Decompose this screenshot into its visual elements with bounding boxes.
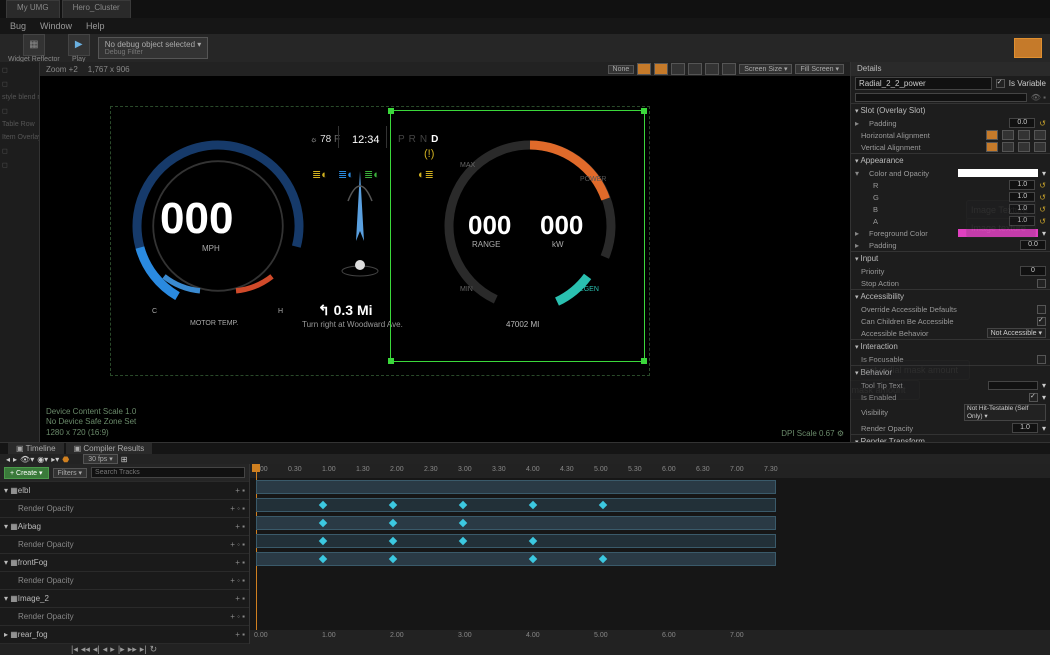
speed-unit: MPH bbox=[202, 244, 220, 253]
nav-instruction: Turn right at Woodward Ave. bbox=[302, 320, 403, 329]
h-label: H bbox=[278, 308, 283, 315]
prev-frame[interactable]: ◂| bbox=[93, 644, 100, 655]
loop[interactable]: ↻ bbox=[150, 644, 158, 655]
goto-start[interactable]: |◂ bbox=[71, 644, 78, 655]
next-frame[interactable]: |▸ bbox=[118, 644, 125, 655]
designer-canvas[interactable]: 000 MPH C H MOTOR TEMP. ☼ 78 F 12:34 PRN… bbox=[40, 76, 850, 442]
selection-outline[interactable] bbox=[390, 110, 645, 362]
goto-end[interactable]: ▸| bbox=[140, 644, 147, 655]
track-row[interactable]: ▸ ▦ rear_fog+ ▪ bbox=[0, 626, 249, 644]
viewport-info: Device Content Scale 1.0 No Device Safe … bbox=[46, 407, 136, 438]
c-label: C bbox=[152, 308, 157, 315]
dpi-scale: DPI Scale 0.67 ⚙ bbox=[781, 429, 844, 438]
bg-node: set radial mask amount bbox=[860, 360, 970, 380]
step-fwd[interactable]: ▸▸ bbox=[128, 644, 137, 655]
play-fwd[interactable]: ▸ bbox=[110, 644, 115, 655]
nav-distance: ↰ 0.3 Mi bbox=[318, 302, 373, 319]
bg-node: Image texture bbox=[966, 218, 1036, 238]
nav-compass bbox=[330, 161, 390, 281]
transport-controls: |◂ ◂◂ ◂| ◂ ▸ |▸ ▸▸ ▸| ↻ bbox=[0, 644, 1050, 655]
step-back[interactable]: ◂◂ bbox=[81, 644, 90, 655]
speed-value: 000 bbox=[160, 194, 233, 244]
temp-readout: ☼ 78 F bbox=[310, 134, 340, 145]
motor-temp-label: MOTOR TEMP. bbox=[190, 320, 238, 327]
timeline-tracks[interactable]: 0.000.30 1.001.30 2.002.30 3.003.30 4.00… bbox=[250, 464, 1050, 644]
clock: 12:34 bbox=[352, 134, 380, 146]
bg-node: Image Texture bbox=[966, 200, 1036, 220]
hazard-icon: ≣◐ bbox=[312, 168, 328, 181]
track-sub[interactable]: Render Opacity+ ◦ ▪ bbox=[0, 608, 249, 626]
timeline-ruler[interactable]: 0.000.30 1.001.30 2.002.30 3.003.30 4.00… bbox=[250, 464, 1050, 478]
play-rev[interactable]: ◂ bbox=[103, 644, 108, 655]
